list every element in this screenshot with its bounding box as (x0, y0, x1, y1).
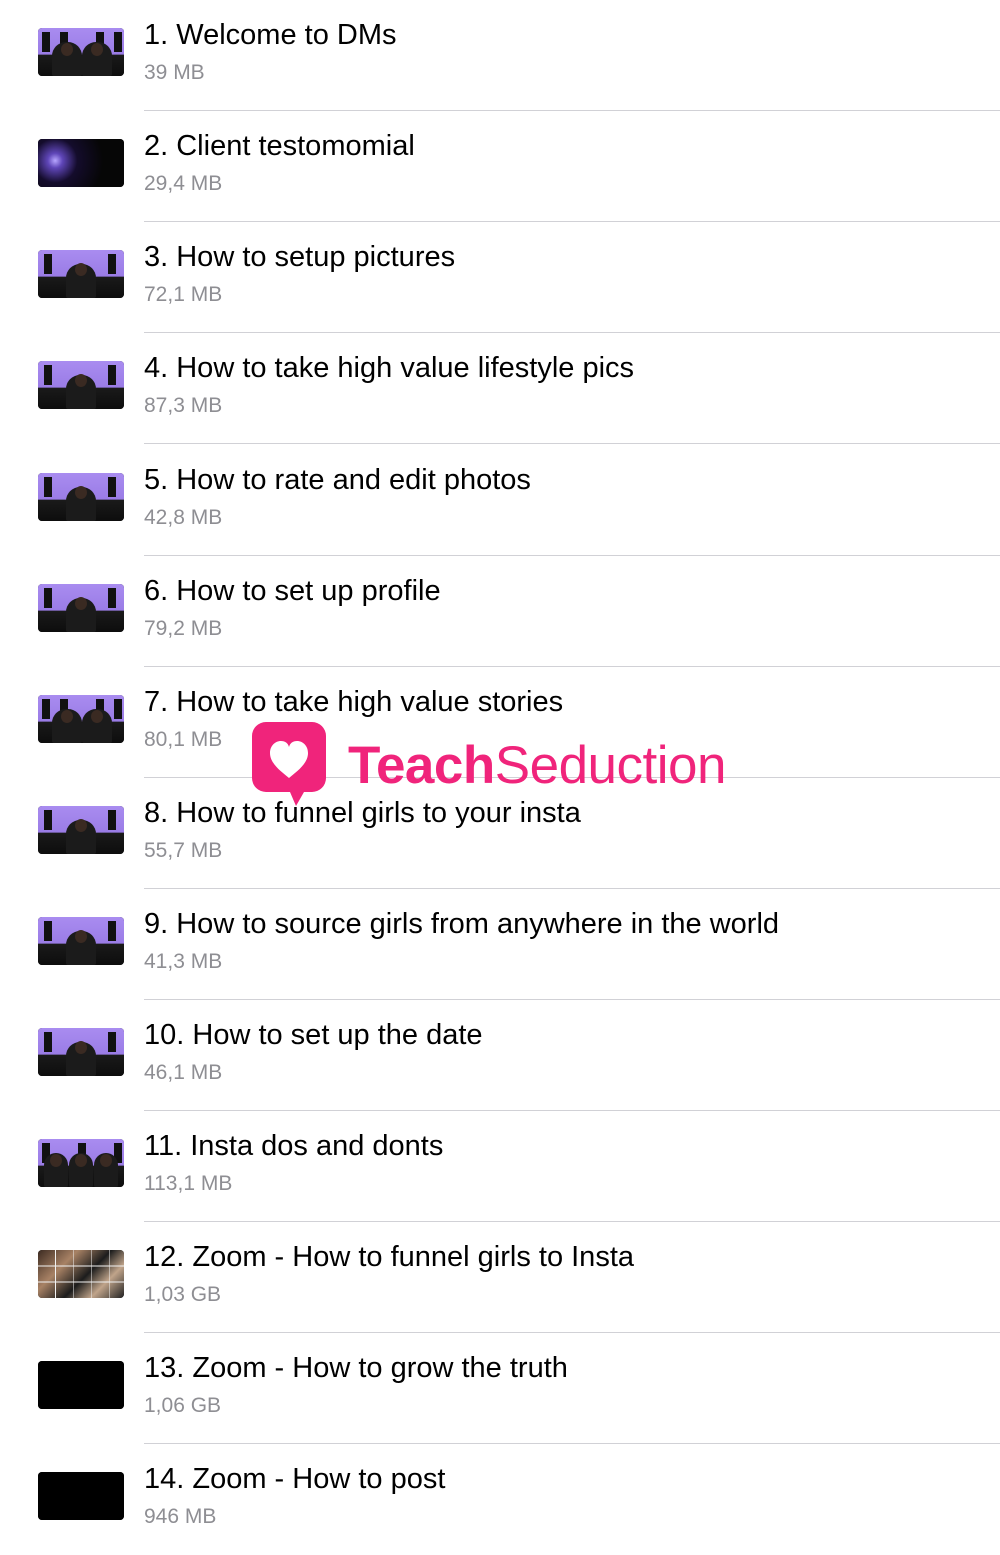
video-thumbnail (38, 473, 124, 521)
video-thumbnail (38, 139, 124, 187)
file-size: 46,1 MB (144, 1061, 223, 1084)
file-size: 29,4 MB (144, 172, 223, 195)
file-row[interactable]: 7. How to take high value stories 80,1 M… (0, 667, 1000, 778)
video-thumbnail (38, 1361, 124, 1409)
row-divider (144, 443, 1000, 444)
video-thumbnail (38, 361, 124, 409)
video-thumbnail (38, 695, 124, 743)
file-title: 11. Insta dos and donts (144, 1130, 444, 1162)
file-size: 42,8 MB (144, 506, 223, 529)
file-row[interactable]: 4. How to take high value lifestyle pics… (0, 333, 1000, 444)
video-thumbnail (38, 584, 124, 632)
file-row[interactable]: 14. Zoom - How to post 946 MB (0, 1444, 1000, 1555)
video-thumbnail (38, 1250, 124, 1298)
file-title: 4. How to take high value lifestyle pics (144, 352, 635, 384)
file-size: 79,2 MB (144, 617, 223, 640)
file-size: 946 MB (144, 1505, 217, 1528)
file-size: 80,1 MB (144, 728, 223, 751)
file-row[interactable]: 1. Welcome to DMs 39 MB (0, 0, 1000, 111)
file-row[interactable]: 8. How to funnel girls to your insta 55,… (0, 778, 1000, 889)
video-thumbnail (38, 806, 124, 854)
file-row[interactable]: 11. Insta dos and donts 113,1 MB (0, 1111, 1000, 1222)
file-row[interactable]: 13. Zoom - How to grow the truth 1,06 GB (0, 1333, 1000, 1444)
file-title: 6. How to set up profile (144, 575, 441, 607)
file-title: 12. Zoom - How to funnel girls to Insta (144, 1241, 634, 1273)
file-size: 1,03 GB (144, 1283, 222, 1306)
file-row[interactable]: 10. How to set up the date 46,1 MB (0, 1000, 1000, 1111)
file-size: 87,3 MB (144, 394, 223, 417)
file-title: 9. How to source girls from anywhere in … (144, 908, 780, 940)
file-title: 3. How to setup pictures (144, 241, 456, 273)
file-title: 13. Zoom - How to grow the truth (144, 1352, 568, 1384)
file-size: 72,1 MB (144, 283, 223, 306)
file-row[interactable]: 6. How to set up profile 79,2 MB (0, 556, 1000, 667)
file-size: 39 MB (144, 61, 205, 84)
video-thumbnail (38, 917, 124, 965)
file-size: 41,3 MB (144, 950, 223, 973)
file-title: 8. How to funnel girls to your insta (144, 797, 581, 829)
file-size: 1,06 GB (144, 1394, 222, 1417)
video-thumbnail (38, 1139, 124, 1187)
video-thumbnail (38, 250, 124, 298)
file-row[interactable]: 2. Client testomomial 29,4 MB (0, 111, 1000, 222)
video-thumbnail (38, 28, 124, 76)
file-title: 14. Zoom - How to post (144, 1463, 446, 1495)
file-title: 2. Client testomomial (144, 130, 415, 162)
video-thumbnail (38, 1472, 124, 1520)
file-size: 113,1 MB (144, 1172, 233, 1195)
file-row[interactable]: 3. How to setup pictures 72,1 MB (0, 222, 1000, 333)
file-title: 1. Welcome to DMs (144, 19, 397, 51)
file-row[interactable]: 12. Zoom - How to funnel girls to Insta … (0, 1222, 1000, 1333)
file-size: 55,7 MB (144, 839, 223, 862)
file-title: 10. How to set up the date (144, 1019, 483, 1051)
video-thumbnail (38, 1028, 124, 1076)
file-title: 7. How to take high value stories (144, 686, 564, 718)
file-row[interactable]: 5. How to rate and edit photos 42,8 MB (0, 445, 1000, 556)
file-row[interactable]: 9. How to source girls from anywhere in … (0, 889, 1000, 1000)
file-title: 5. How to rate and edit photos (144, 464, 531, 496)
